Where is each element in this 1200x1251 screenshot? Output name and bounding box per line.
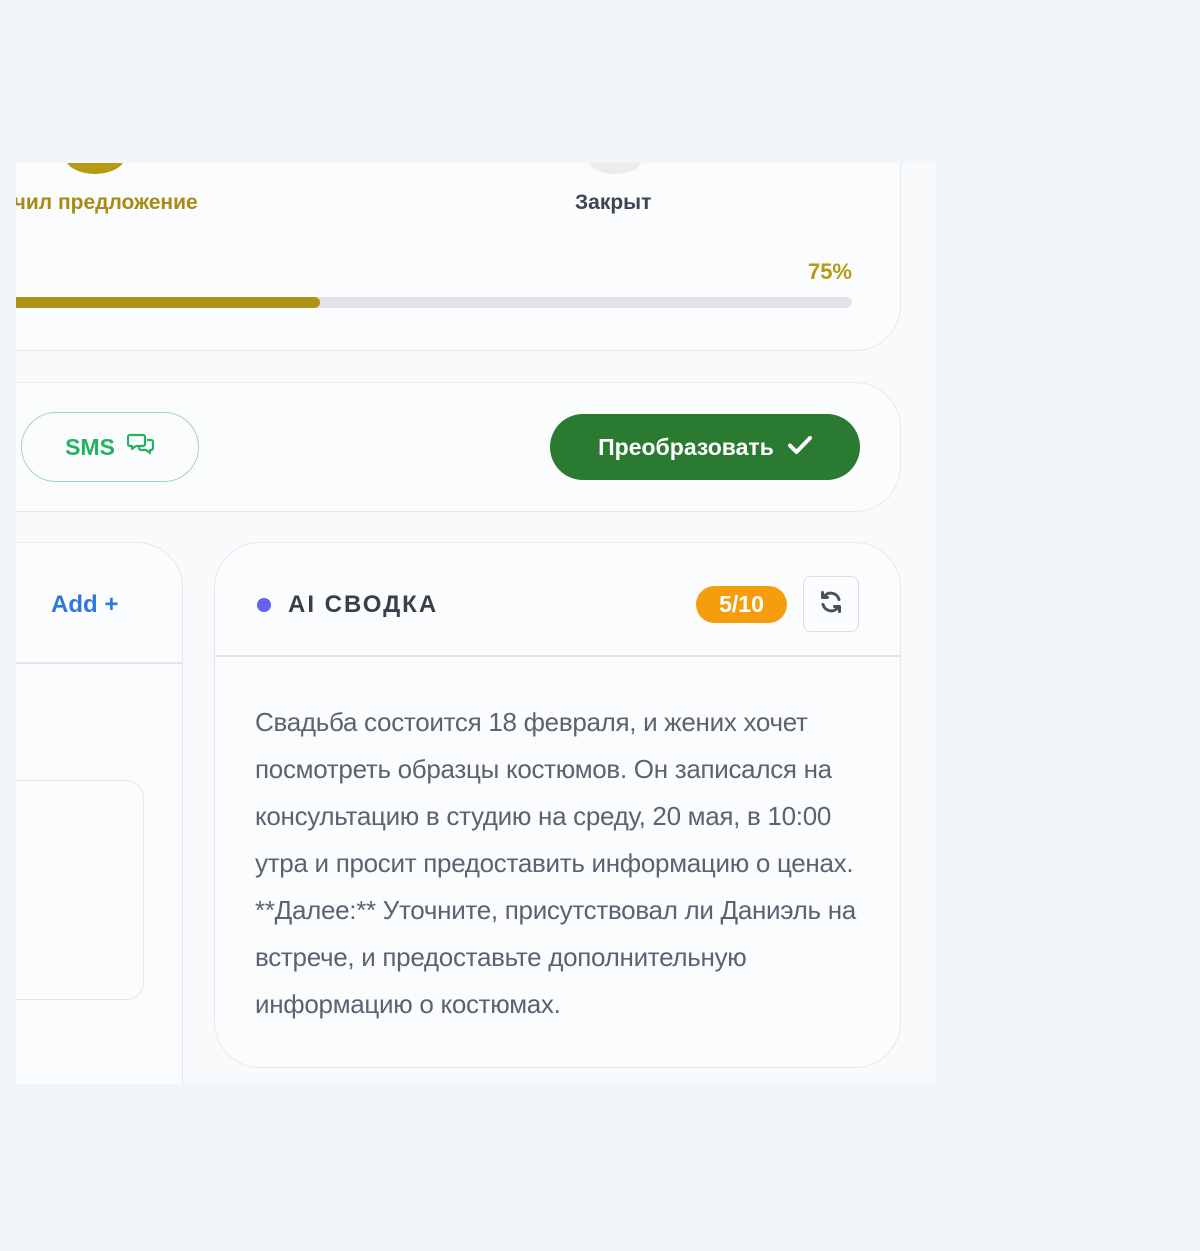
chat-bubbles-icon <box>126 432 155 462</box>
step-label-offer: учил предложение <box>16 191 198 214</box>
progress-track <box>16 297 852 308</box>
pipeline-progress-card: учил предложение Закрыт 75% <box>16 163 901 351</box>
status-dot-icon <box>257 598 271 612</box>
step-label-closed: Закрыт <box>575 191 652 214</box>
step-marker-closed[interactable] <box>589 163 641 174</box>
sms-button[interactable]: SMS <box>21 412 199 482</box>
sms-button-label: SMS <box>65 433 115 460</box>
lead-detail-viewport: учил предложение Закрыт 75% SMS Преобраз… <box>16 163 936 1084</box>
ai-summary-header: AI СВОДКА 5/10 <box>215 543 900 657</box>
convert-button[interactable]: Преобразовать <box>550 414 860 480</box>
score-badge: 5/10 <box>696 586 787 623</box>
refresh-icon <box>818 589 844 620</box>
add-button[interactable]: Add + <box>51 591 118 619</box>
step-marker-offer[interactable] <box>65 163 125 174</box>
progress-percent: 75% <box>807 259 852 284</box>
ai-summary-card: AI СВОДКА 5/10 Свадьба состоится 18 февр… <box>214 542 901 1068</box>
side-panel-card: Add + <box>16 542 183 1084</box>
progress-fill <box>16 297 321 308</box>
actions-card: SMS Преобразовать <box>16 382 901 512</box>
side-panel-item[interactable] <box>16 780 144 1000</box>
convert-button-label: Преобразовать <box>598 433 774 460</box>
checkmark-icon <box>787 434 812 461</box>
side-panel-divider <box>16 662 182 664</box>
ai-summary-title: AI СВОДКА <box>288 591 439 618</box>
refresh-button[interactable] <box>803 576 859 632</box>
ai-summary-text: Свадьба состоится 18 февраля, и жених хо… <box>255 707 856 1019</box>
